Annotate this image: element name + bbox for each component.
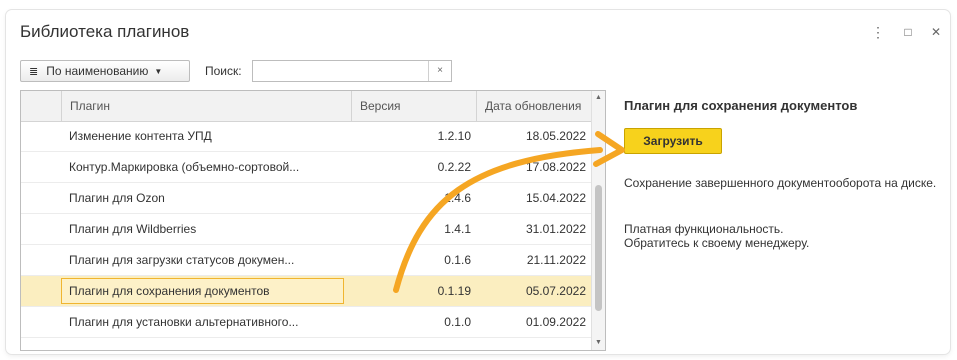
plugin-date: 31.01.2022 — [525, 222, 586, 236]
plugin-name: Плагин для установки альтернативного... — [69, 315, 299, 329]
plugin-date: 05.07.2022 — [525, 284, 586, 298]
plugin-date: 15.04.2022 — [525, 191, 586, 205]
plugins-table: Плагин Версия Дата обновления Изменение … — [20, 90, 606, 351]
search-label: Поиск: — [205, 64, 242, 78]
plugin-name: Плагин для Wildberries — [69, 222, 197, 236]
plugin-name: Плагин для загрузки статусов докумен... — [69, 253, 295, 267]
plugin-date: 01.09.2022 — [525, 315, 586, 329]
details-description: Сохранение завершенного документооборота… — [624, 176, 937, 190]
plugin-version: 0.1.19 — [437, 284, 471, 298]
table-scrollbar[interactable]: ▲ ▼ — [591, 91, 605, 350]
column-header-version[interactable]: Версия — [351, 91, 476, 121]
plugin-version: 0.1.6 — [444, 253, 471, 267]
table-row-selected[interactable]: Плагин для сохранения документов 0.1.19 … — [21, 276, 593, 307]
plugin-version: 1.4.6 — [444, 191, 471, 205]
sort-label: По наименованию — [46, 64, 149, 78]
plugin-library-window: Библиотека плагинов ⋮ □ ✕ ≣ По наименова… — [6, 10, 950, 354]
window-title: Библиотека плагинов — [20, 22, 190, 41]
column-header-plugin[interactable]: Плагин — [61, 91, 351, 121]
maximize-icon[interactable]: □ — [900, 24, 916, 40]
plugin-version: 0.1.0 — [444, 315, 471, 329]
table-row[interactable]: Плагин для Ozon 1.4.6 15.04.2022 — [21, 183, 593, 214]
plugin-name: Контур.Маркировка (объемно-сортовой... — [69, 160, 300, 174]
scroll-up-icon[interactable]: ▲ — [592, 91, 605, 105]
plugin-name: Плагин для Ozon — [69, 191, 165, 205]
table-row[interactable]: Плагин для загрузки статусов докумен... … — [21, 245, 593, 276]
table-row[interactable]: Плагин для Wildberries 1.4.1 31.01.2022 — [21, 214, 593, 245]
close-icon[interactable]: ✕ — [928, 24, 944, 40]
column-header-date[interactable]: Дата обновления — [476, 91, 593, 121]
plugin-name: Изменение контента УПД — [69, 129, 212, 143]
details-title: Плагин для сохранения документов — [624, 98, 858, 113]
table-row[interactable]: Плагин для установки альтернативного... … — [21, 307, 593, 338]
search-input[interactable]: × — [252, 60, 452, 82]
table-header: Плагин Версия Дата обновления — [21, 91, 593, 122]
plugin-version: 1.4.1 — [444, 222, 471, 236]
plugin-version: 1.2.10 — [437, 129, 471, 143]
sort-button[interactable]: ≣ По наименованию ▼ — [20, 60, 190, 82]
paid-notice-line: Обратитесь к своему менеджеру. — [624, 236, 810, 250]
scroll-down-icon[interactable]: ▼ — [592, 336, 605, 350]
plugin-date: 21.11.2022 — [526, 253, 586, 267]
chevron-down-icon: ▼ — [154, 66, 163, 76]
sort-icon: ≣ — [29, 65, 39, 78]
paid-notice-line: Платная функциональность. — [624, 222, 784, 236]
more-menu-icon[interactable]: ⋮ — [870, 24, 886, 40]
table-row[interactable]: Изменение контента УПД 1.2.10 18.05.2022 — [21, 121, 593, 152]
plugin-details-panel: Плагин для сохранения документов Загрузи… — [624, 98, 944, 250]
scrollbar-thumb[interactable] — [595, 185, 602, 311]
paid-notice: Платная функциональность. Обратитесь к с… — [624, 222, 942, 250]
clear-search-icon[interactable]: × — [428, 61, 451, 81]
load-button[interactable]: Загрузить — [624, 128, 722, 154]
table-row[interactable]: Контур.Маркировка (объемно-сортовой... 0… — [21, 152, 593, 183]
plugin-name: Плагин для сохранения документов — [69, 284, 270, 298]
plugin-date: 18.05.2022 — [525, 129, 586, 143]
plugin-version: 0.2.22 — [437, 160, 471, 174]
plugin-date: 17.08.2022 — [525, 160, 586, 174]
